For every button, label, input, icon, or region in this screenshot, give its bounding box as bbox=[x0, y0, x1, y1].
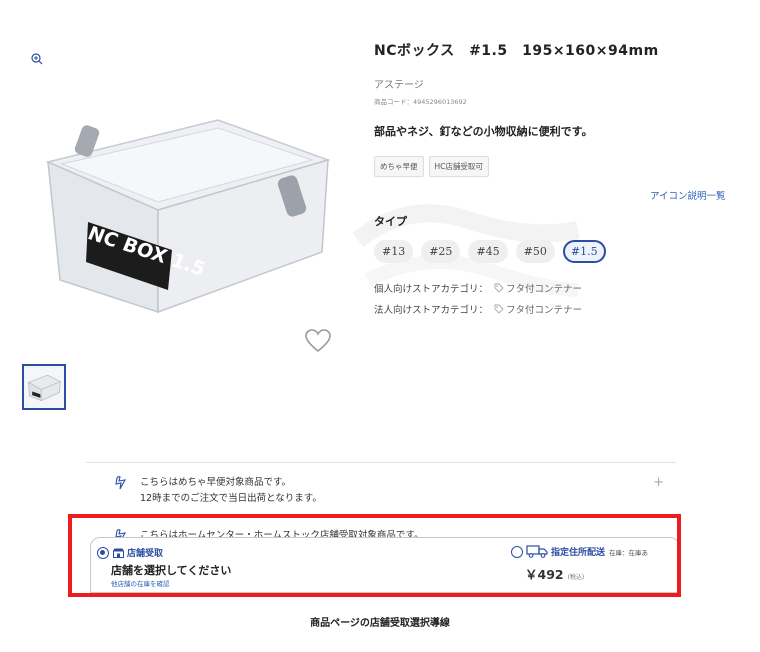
maker-link[interactable]: アステージ bbox=[374, 76, 424, 91]
product-title: NCボックス #1.5 195×160×94mm bbox=[374, 43, 659, 59]
thumbnail-image bbox=[27, 374, 62, 402]
business-category-row: 法人向けストアカテゴリ： フタ付コンテナー bbox=[374, 302, 582, 316]
business-category-label: 法人向けストアカテゴリ： bbox=[374, 305, 489, 316]
variant-selector: #13 #25 #45 #50 #1.5 bbox=[374, 240, 606, 263]
express-bolt-icon bbox=[115, 476, 127, 490]
variant-50[interactable]: #50 bbox=[515, 240, 555, 263]
figure-caption: 商品ページの店舗受取選択導線 bbox=[310, 618, 450, 629]
catch-copy: 部品やネジ、釘などの小物収納に便利です。 bbox=[374, 125, 593, 138]
notice-line: 12時までのご注文で当日出荷となります。 bbox=[140, 493, 322, 504]
variant-45[interactable]: #45 bbox=[468, 240, 508, 263]
highlight-frame bbox=[68, 514, 681, 597]
product-code: 商品コード：4945296013692 bbox=[374, 98, 467, 106]
tag-mechahaya: めちゃ早便 bbox=[374, 156, 424, 177]
variant-13[interactable]: #13 bbox=[374, 240, 414, 263]
favorite-heart-icon[interactable] bbox=[304, 328, 332, 354]
mechahaya-notice: こちらはめちゃ早便対象商品です。 12時までのご注文で当日出荷となります。 + bbox=[86, 462, 676, 516]
personal-category-label: 個人向けストアカテゴリ： bbox=[374, 284, 489, 295]
type-label: タイプ bbox=[374, 215, 407, 228]
tag-icon bbox=[494, 283, 504, 293]
personal-category-row: 個人向けストアカテゴリ： フタ付コンテナー bbox=[374, 281, 582, 295]
tag-icon bbox=[494, 304, 504, 314]
tag-hc-store-pickup: HC店舗受取可 bbox=[428, 156, 489, 177]
personal-category-link[interactable]: フタ付コンテナー bbox=[506, 281, 582, 295]
product-main-image[interactable]: NC BOX 1.5 bbox=[18, 92, 338, 322]
zoom-icon[interactable] bbox=[30, 52, 44, 66]
icon-legend-link[interactable]: アイコン説明一覧 bbox=[650, 188, 726, 202]
variant-1-5-selected[interactable]: #1.5 bbox=[562, 240, 606, 263]
product-info: NCボックス #1.5 195×160×94mm アステージ 商品コード：494… bbox=[374, 40, 754, 316]
expand-plus-icon[interactable]: + bbox=[653, 475, 664, 490]
notice-line: こちらはめちゃ早便対象商品です。 bbox=[140, 477, 292, 488]
product-thumbnail[interactable] bbox=[22, 364, 66, 410]
variant-25[interactable]: #25 bbox=[421, 240, 461, 263]
business-category-link[interactable]: フタ付コンテナー bbox=[506, 302, 582, 316]
tag-list: めちゃ早便 HC店舗受取可 bbox=[374, 156, 489, 177]
